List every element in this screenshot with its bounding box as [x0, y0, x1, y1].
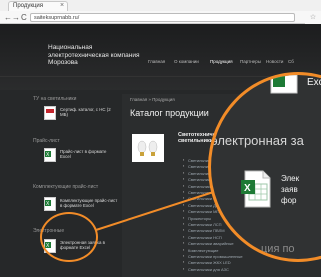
bookmark-star-icon[interactable]: ☆ — [305, 11, 321, 24]
zoom-item-label: Элек заяв фор — [281, 173, 321, 206]
reload-icon[interactable]: C — [21, 12, 27, 23]
lamp-icon — [137, 140, 158, 156]
sidebar-item-label: Сертиф. каталог, с НС (2 МБ) — [60, 107, 111, 118]
excel-file-icon[interactable]: X — [241, 170, 271, 208]
sidebar-item-catalog[interactable]: Сертиф. каталог, с НС (2 МБ) — [44, 105, 118, 133]
product-link[interactable]: Светильники для АЗС — [183, 267, 229, 272]
highlight-circle — [40, 212, 98, 262]
forward-icon[interactable]: → — [12, 12, 20, 23]
nav-partners[interactable]: Партнеры — [240, 59, 261, 64]
nav-more[interactable]: Сб — [288, 59, 294, 64]
excel-icon — [270, 75, 298, 94]
sidebar-heading-3: Комплектующие прайс-лист — [33, 184, 99, 190]
nav-about[interactable]: О компании — [174, 59, 199, 64]
magnifier-callout: Excel электронная за X Элек заяв фор ция… — [208, 72, 321, 262]
nav-home[interactable]: Главная — [148, 59, 165, 64]
tab-title: Продукция — [13, 3, 44, 9]
svg-text:X: X — [244, 183, 251, 194]
sidebar-item-pricelist[interactable]: X Прайс-лист в формате Excel — [44, 147, 118, 175]
excel-icon: X — [44, 197, 56, 211]
nav-products[interactable]: Продукция — [210, 59, 233, 64]
product-link[interactable]: Прожекторы — [183, 216, 211, 221]
zoom-line-3: фор — [281, 196, 297, 205]
back-icon[interactable]: ← — [4, 12, 12, 23]
excel-icon: X — [44, 148, 56, 162]
sidebar-item-label: Прайс-лист в формате Excel — [60, 149, 107, 160]
zoom-line-2: заяв — [281, 185, 298, 194]
product-thumbnail[interactable] — [132, 134, 164, 162]
zoom-top-label: Excel — [307, 77, 321, 88]
pdf-icon — [44, 106, 56, 120]
zoom-heading: электронная за — [211, 133, 304, 148]
page-title: Каталог продукции — [130, 108, 209, 118]
sidebar-heading-2: Прайс-лист — [33, 138, 60, 144]
browser-tab[interactable]: Продукция — [8, 1, 68, 11]
sidebar-heading-1: ТУ на светильники — [33, 96, 77, 102]
zoom-line-1: Элек — [281, 174, 300, 183]
sidebar-item-label: Комплектующие прайс-лист в формате Excel — [60, 198, 118, 209]
close-tab-icon[interactable]: × — [60, 1, 64, 10]
zoom-bottom-label: ция по — [261, 243, 295, 255]
nav-news[interactable]: Новости — [266, 59, 283, 64]
browser-tab-bar: Продукция × — [0, 0, 321, 11]
screenshot: Продукция × ← → C saiteksuprnabb.ru/ ☆ Н… — [0, 0, 321, 277]
url-text: saiteksuprnabb.ru/ — [34, 15, 80, 21]
top-navigation: Главная О компании Продукция Партнеры Но… — [148, 59, 321, 69]
address-bar[interactable]: saiteksuprnabb.ru/ — [30, 13, 295, 22]
browser-toolbar: ← → C saiteksuprnabb.ru/ — [0, 11, 321, 24]
product-link[interactable]: Светильники ЖКХ LED — [183, 260, 231, 265]
company-name[interactable]: Национальная электротехническая компания… — [48, 44, 148, 67]
breadcrumb[interactable]: Главная » Продукция — [130, 97, 175, 102]
